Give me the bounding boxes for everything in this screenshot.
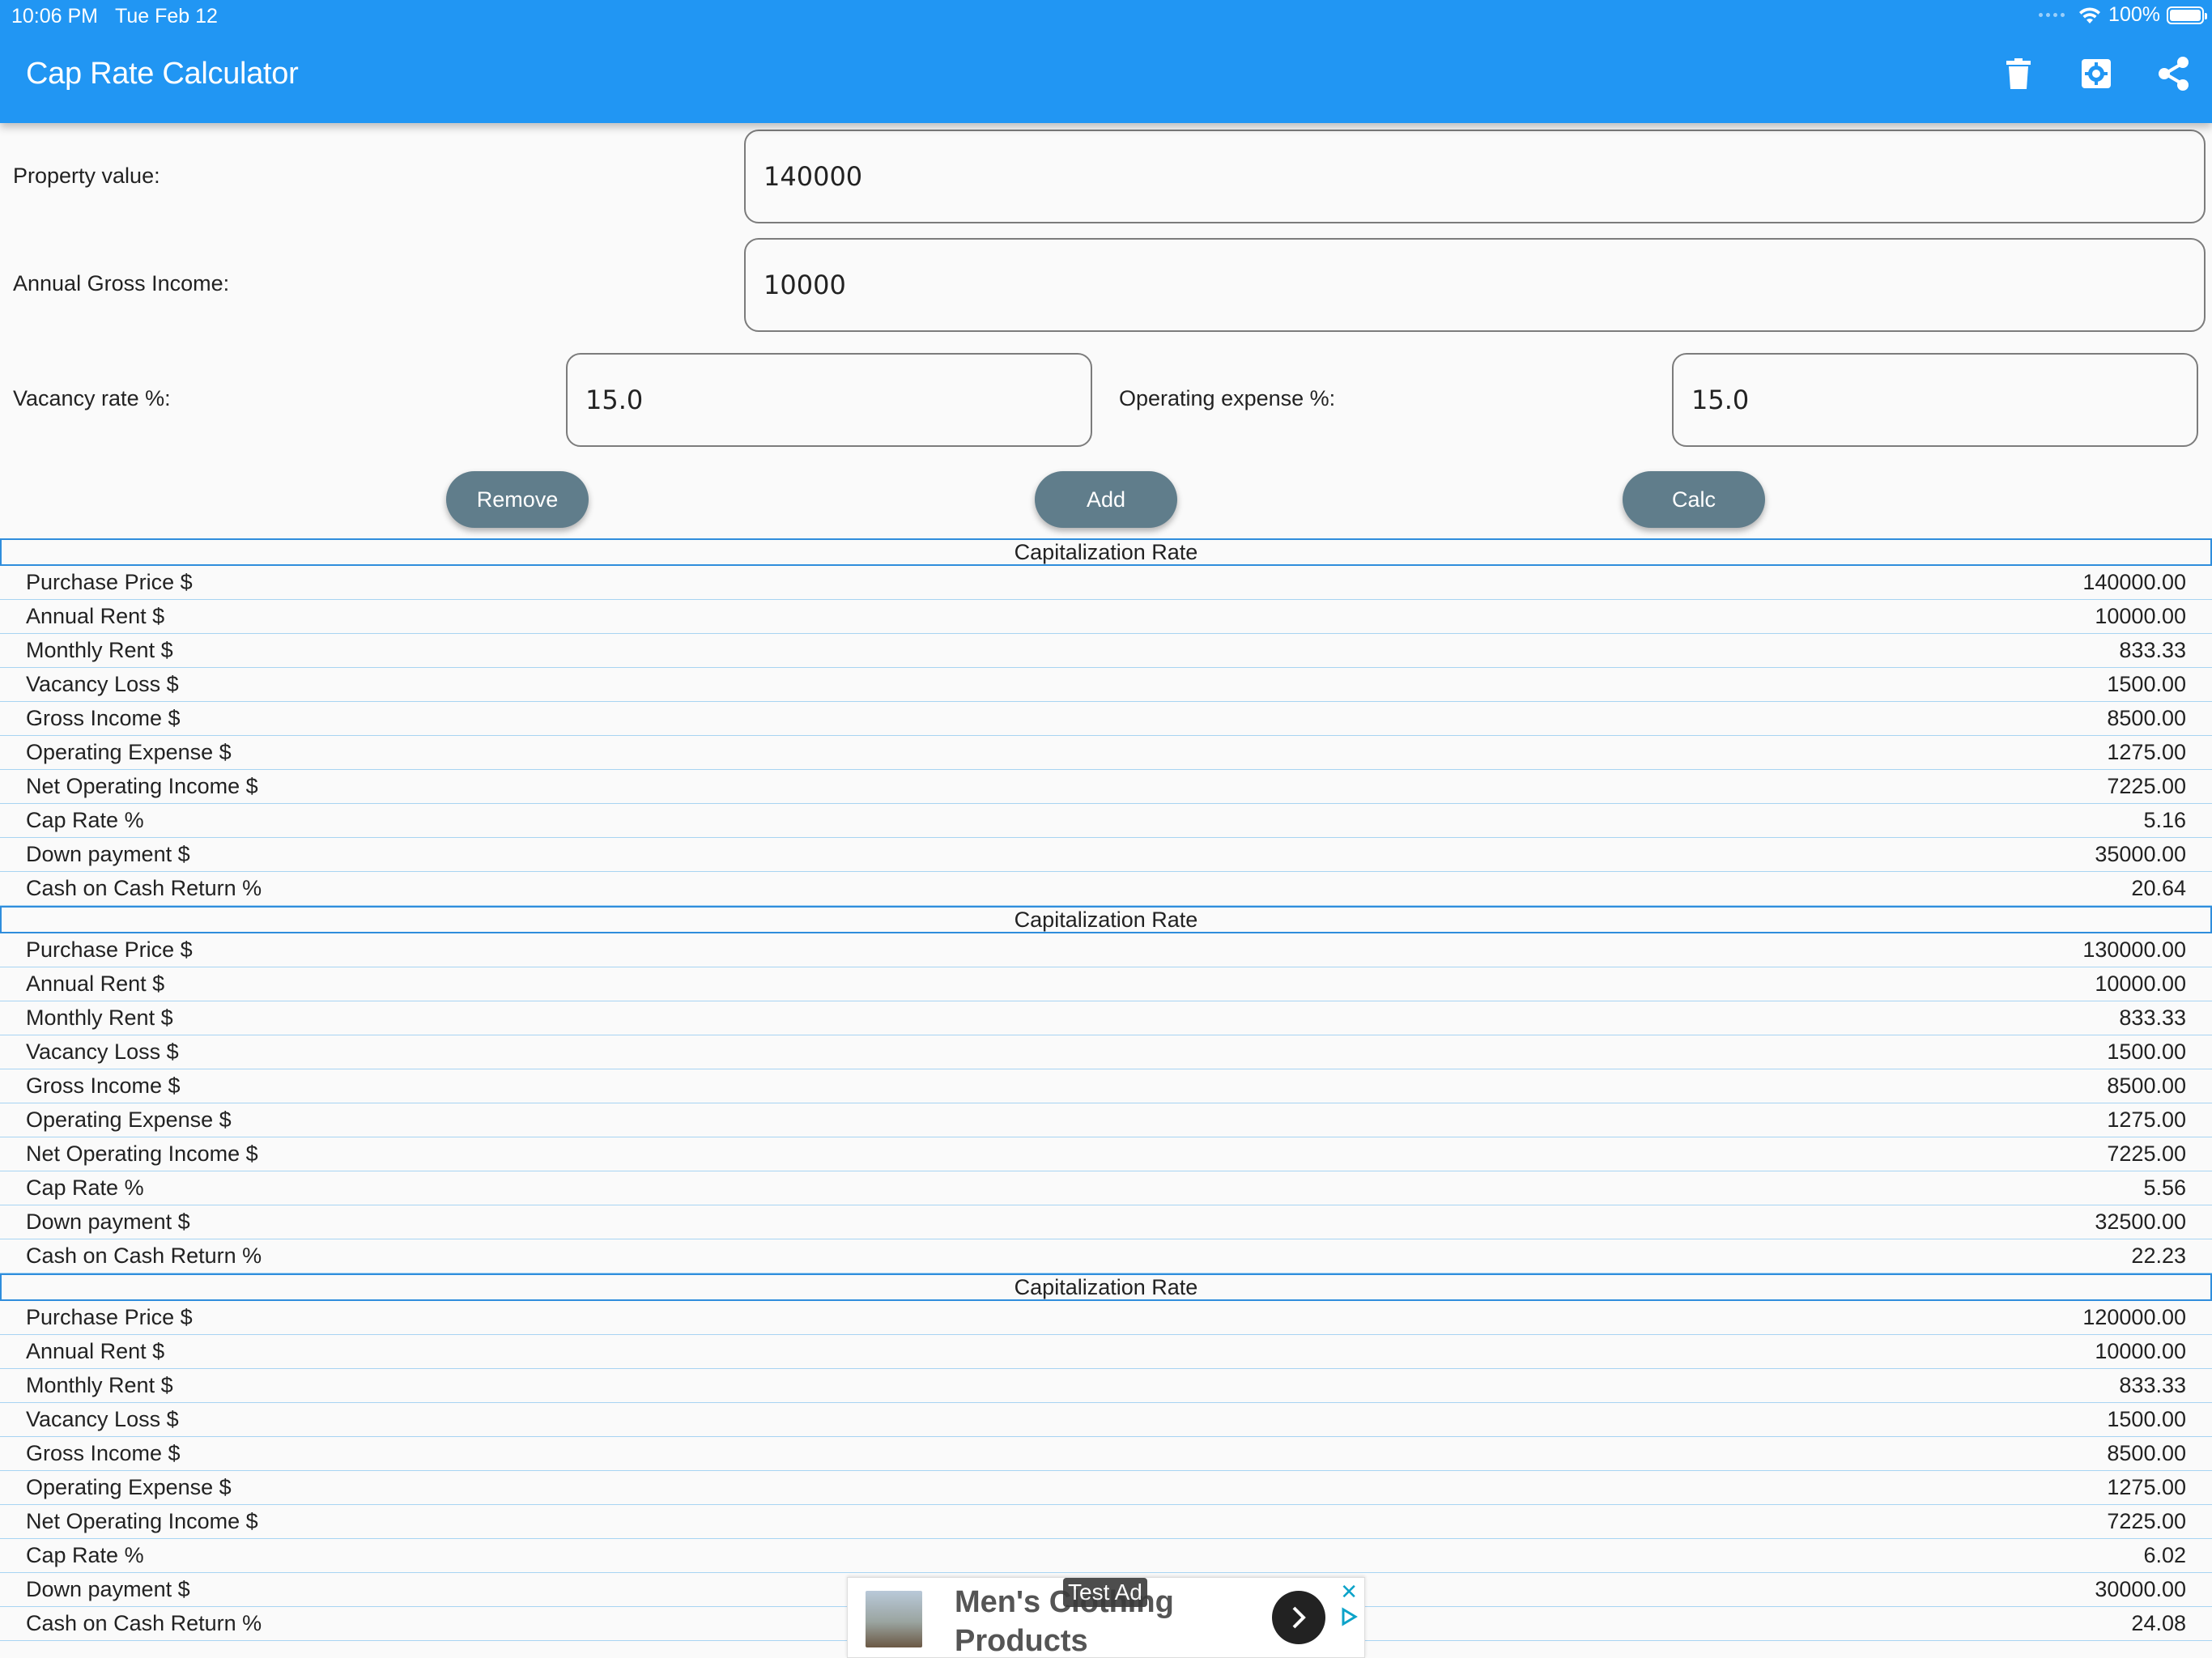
delete-button[interactable] [2000, 55, 2037, 92]
operating-expense-label: Operating expense %: [1119, 386, 1336, 410]
status-indicators: 100% [2039, 3, 2207, 27]
table-row: Net Operating Income $7225.00 [0, 770, 2212, 804]
cellular-icon [2039, 13, 2065, 17]
table-row: Gross Income $8500.00 [0, 1069, 2212, 1103]
table-row: Monthly Rent $833.33 [0, 634, 2212, 668]
add-button[interactable]: Add [1035, 471, 1177, 528]
app-bar-actions [2000, 55, 2193, 92]
table-row: Cash on Cash Return % 20.64 [0, 872, 2212, 906]
battery-percent: 100% [2108, 3, 2160, 26]
ad-banner[interactable]: Men's Clothing Products Test Ad ✕ [847, 1577, 1365, 1658]
table-row: Cap Rate % 5.16 [0, 804, 2212, 838]
table-row: Down payment $35000.00 [0, 838, 2212, 872]
property-value-input[interactable]: 140000 [744, 130, 2206, 223]
annual-gross-income-label: Annual Gross Income: [13, 271, 230, 295]
section-header: Capitalization Rate [0, 1273, 2212, 1301]
table-row: Annual Rent $10000.00 [0, 967, 2212, 1001]
table-row: Cap Rate % 6.02 [0, 1539, 2212, 1573]
table-row: Annual Rent $10000.00 [0, 600, 2212, 634]
results-list: Capitalization Rate Purchase Price $1400… [0, 538, 2212, 1641]
vacancy-rate-input[interactable]: 15.0 [566, 353, 1092, 447]
share-icon [2159, 57, 2189, 91]
operating-expense-input[interactable]: 15.0 [1672, 353, 2198, 447]
app-bar: 10:06 PM Tue Feb 12 100% Cap Rate Calcul… [0, 0, 2212, 123]
ad-image [866, 1591, 922, 1647]
trash-icon [2006, 58, 2031, 89]
status-date: Tue Feb 12 [115, 5, 218, 28]
table-row: Vacancy Loss $1500.00 [0, 1403, 2212, 1437]
status-time: 10:06 PM [11, 5, 99, 28]
ad-choices-icon[interactable] [1340, 1607, 1358, 1626]
ad-close-icon[interactable]: ✕ [1340, 1579, 1358, 1605]
section-header: Capitalization Rate [0, 538, 2212, 566]
result-section: Capitalization Rate Purchase Price $1400… [0, 538, 2212, 906]
share-button[interactable] [2155, 55, 2193, 92]
table-row: Net Operating Income $7225.00 [0, 1505, 2212, 1539]
table-row: Purchase Price $140000.00 [0, 566, 2212, 600]
vacancy-rate-label: Vacancy rate %: [13, 386, 171, 410]
table-row: Operating Expense $1275.00 [0, 1471, 2212, 1505]
calc-button[interactable]: Calc [1623, 471, 1765, 528]
table-row: Annual Rent $10000.00 [0, 1335, 2212, 1369]
remove-button[interactable]: Remove [446, 471, 589, 528]
table-row: Vacancy Loss $1500.00 [0, 668, 2212, 702]
table-row: Gross Income $8500.00 [0, 702, 2212, 736]
test-ad-badge: Test Ad [1063, 1578, 1147, 1607]
battery-icon [2167, 6, 2207, 24]
table-row: Vacancy Loss $1500.00 [0, 1035, 2212, 1069]
ad-open-button[interactable] [1272, 1591, 1325, 1644]
table-row: Cash on Cash Return % 22.23 [0, 1239, 2212, 1273]
property-value-label: Property value: [13, 164, 160, 188]
annual-gross-income-input[interactable]: 10000 [744, 238, 2206, 332]
settings-icon [2082, 59, 2111, 88]
table-row: Operating Expense $1275.00 [0, 736, 2212, 770]
table-row: Monthly Rent $833.33 [0, 1001, 2212, 1035]
page-title: Cap Rate Calculator [26, 57, 299, 91]
result-section: Capitalization Rate Purchase Price $1300… [0, 906, 2212, 1273]
table-row: Gross Income $8500.00 [0, 1437, 2212, 1471]
section-header: Capitalization Rate [0, 906, 2212, 933]
table-row: Down payment $32500.00 [0, 1205, 2212, 1239]
table-row: Purchase Price $130000.00 [0, 933, 2212, 967]
table-row: Monthly Rent $833.33 [0, 1369, 2212, 1403]
table-row: Cap Rate % 5.56 [0, 1171, 2212, 1205]
table-row: Purchase Price $120000.00 [0, 1301, 2212, 1335]
app-root: 10:06 PM Tue Feb 12 100% Cap Rate Calcul… [0, 0, 2212, 1658]
chevron-right-icon [1292, 1606, 1306, 1629]
settings-button[interactable] [2078, 55, 2115, 92]
table-row: Net Operating Income $7225.00 [0, 1137, 2212, 1171]
wifi-icon [2079, 6, 2101, 23]
table-row: Operating Expense $1275.00 [0, 1103, 2212, 1137]
